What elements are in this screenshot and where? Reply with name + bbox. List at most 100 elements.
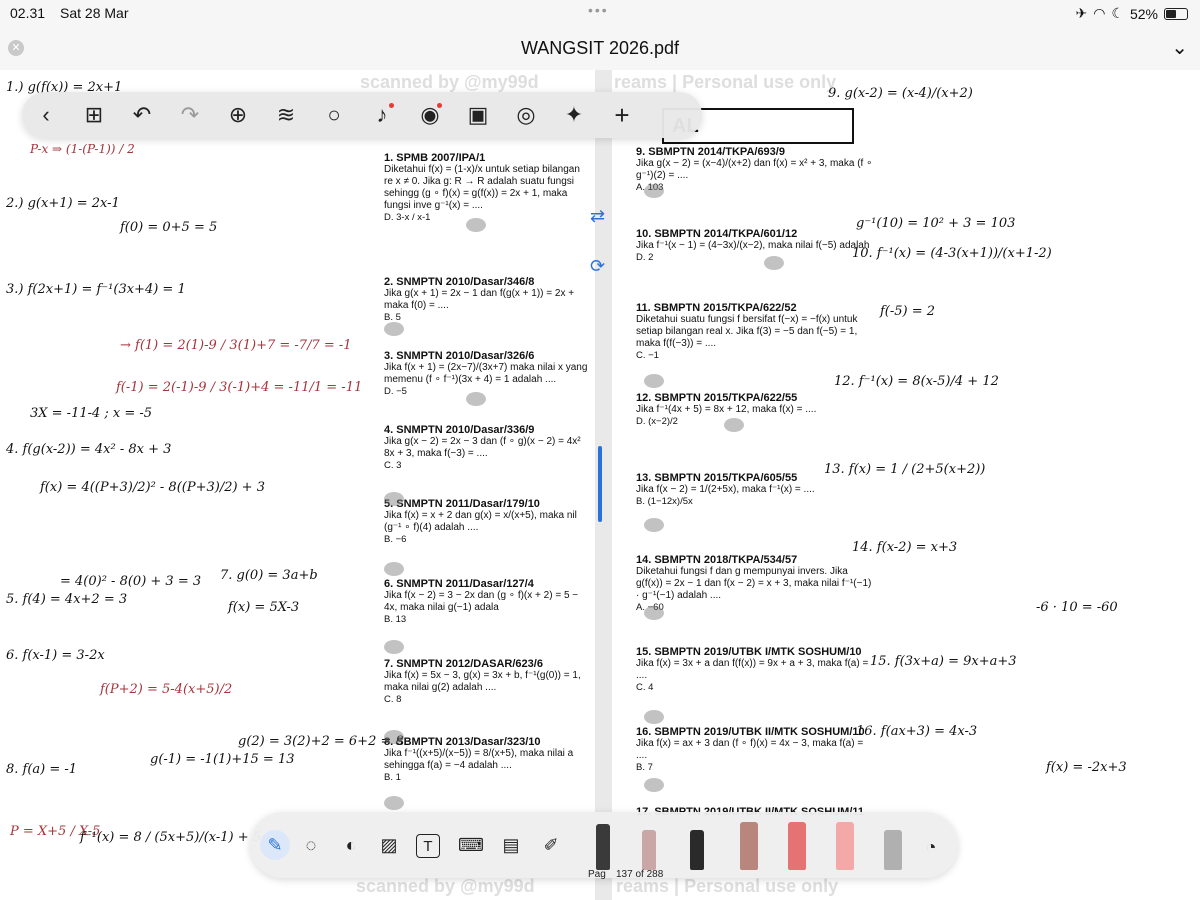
handwriting-line: 15. f(3x+a) = 9x+a+3	[870, 654, 1017, 669]
question-option[interactable]: B. (1−12x)/5x	[636, 496, 815, 508]
question-13: 13. SBMPTN 2015/TKPA/605/55 Jika f(x − 2…	[636, 472, 815, 508]
layers-icon[interactable]: ≋	[262, 95, 310, 135]
handwriting-line: 7. g(0) = 3a+b	[220, 568, 318, 583]
color-palette-icon[interactable]: ◔	[916, 832, 946, 862]
globe-icon[interactable]: ◎	[502, 95, 550, 135]
grid-icon[interactable]: ⊞	[70, 95, 118, 135]
highlighter-red-icon[interactable]	[788, 822, 806, 870]
watermark-bottom: scanned by @my99d	[356, 876, 535, 896]
question-title: 2. SNMPTN 2010/Dasar/346/8	[384, 276, 535, 288]
question-option[interactable]: B. −6	[384, 534, 590, 546]
top-toolbar: ‹ ⊞ ↶ ↷ ⊕ ≋ ○ ♪ ◉ ▣ ◎ ✦ +	[22, 92, 702, 138]
page-label: Pag	[588, 869, 606, 880]
question-text: Jika f⁻¹(4x + 5) = 8x + 12, maka f(x) = …	[636, 404, 817, 415]
handwriting-line: f(0) = 0+5 = 5	[120, 220, 218, 235]
handwriting-line: 6. f(x-1) = 3-2x	[6, 648, 105, 663]
question-option[interactable]: B. 7	[636, 762, 876, 774]
answer-mark	[384, 730, 404, 744]
scrollbar[interactable]	[598, 446, 602, 522]
question-16: 16. SBMPTN 2019/UTBK II/MTK SOSHUM/10 Ji…	[636, 726, 876, 774]
left-page[interactable]: scanned by @my99d scanned by @my99d 1.) …	[0, 70, 595, 900]
question-option[interactable]: A. −60	[636, 602, 876, 614]
recording-dot	[389, 103, 394, 108]
multitasking-dots-icon[interactable]: •••	[588, 2, 609, 18]
book-icon[interactable]: ▤	[496, 830, 526, 860]
question-option[interactable]: B. 1	[384, 772, 590, 784]
ballpoint-pen-icon[interactable]	[690, 830, 704, 870]
question-title: 12. SBMPTN 2015/TKPA/622/55	[636, 392, 798, 404]
shapes-icon[interactable]: ◐	[336, 830, 366, 860]
question-title: 4. SNMPTN 2010/Dasar/336/9	[384, 424, 535, 436]
wifi-icon: ◠	[1093, 5, 1106, 21]
handwriting-line: 4. f(g(x-2)) = 4x² - 8x + 3	[6, 442, 172, 457]
question-text: Diketahui fungsi f dan g mempunyai inver…	[636, 566, 872, 601]
undo-icon[interactable]: ↶	[118, 95, 166, 135]
media-icon[interactable]: ▣	[454, 95, 502, 135]
handwriting-line: f(x) = -2x+3	[1046, 760, 1127, 775]
marker-pink-icon[interactable]	[836, 822, 854, 870]
question-option[interactable]: C. 4	[636, 682, 876, 694]
add-page-icon[interactable]: ⊕	[214, 95, 262, 135]
handwriting-line: 13. f(x) = 1 / (2+5(x+2))	[824, 462, 986, 477]
question-option[interactable]: C. 8	[384, 694, 590, 706]
question-option[interactable]: B. 13	[384, 614, 590, 626]
question-option[interactable]: C. 3	[384, 460, 590, 472]
watermark-top: scanned by @my99d	[360, 72, 539, 92]
question-title: 14. SBMPTN 2018/TKPA/534/57	[636, 554, 798, 566]
question-option[interactable]: D. 3-x / x-1	[384, 212, 590, 224]
answer-mark	[644, 374, 664, 388]
pencil-icon[interactable]	[642, 830, 656, 870]
answer-mark	[644, 710, 664, 724]
right-page[interactable]: reams | Personal use only reams | Person…	[612, 70, 1200, 900]
question-option[interactable]: B. 5	[384, 312, 590, 324]
highlighter-brown-icon[interactable]	[740, 822, 758, 870]
pencil-gray-icon[interactable]	[884, 830, 902, 870]
pen-icon[interactable]: ✎	[260, 830, 290, 860]
question-8: 8. SBMPTN 2013/Dasar/323/10 Jika f⁻¹((x+…	[384, 736, 590, 784]
lasso-icon[interactable]: ◌	[296, 830, 326, 860]
question-title: 7. SNMPTN 2012/DASAR/623/6	[384, 658, 543, 670]
question-text: Jika g(x − 2) = (x−4)/(x+2) dan f(x) = x…	[636, 158, 873, 181]
question-option[interactable]: D. 2	[636, 252, 869, 264]
redo-icon[interactable]: ↷	[166, 95, 214, 135]
question-option[interactable]: C. −1	[636, 350, 876, 362]
question-1: 1. SPMB 2007/IPA/1 Diketahui f(x) = (1-x…	[384, 152, 590, 224]
ai-assistant-icon[interactable]: ✦	[550, 95, 598, 135]
swap-pages-icon[interactable]: ⇄	[590, 206, 605, 227]
plus-icon[interactable]: +	[598, 95, 646, 135]
back-icon[interactable]: ‹	[22, 95, 70, 135]
question-title: 6. SNMPTN 2011/Dasar/127/4	[384, 578, 534, 590]
handwriting-line: 12. f⁻¹(x) = 8(x-5)/4 + 12	[834, 374, 999, 389]
search-icon[interactable]: ○	[310, 95, 358, 135]
question-title: 16. SBMPTN 2019/UTBK II/MTK SOSHUM/10	[636, 726, 865, 738]
recording-dot	[437, 103, 442, 108]
question-text: Jika f(x) = x + 2 dan g(x) = x/(x+5), ma…	[384, 510, 577, 533]
question-option[interactable]: D. −5	[384, 386, 590, 398]
question-title: 3. SNMPTN 2010/Dasar/326/6	[384, 350, 535, 362]
handwriting-line: 9. g(x-2) = (x-4)/(x+2)	[828, 86, 973, 101]
handwriting-red-note: P-x ⇒ (1-(P-1)) / 2	[30, 142, 135, 156]
watermark-top-right: reams | Personal use only	[614, 72, 837, 92]
keyboard-icon[interactable]: ⌨	[456, 830, 486, 860]
microphone-icon[interactable]: ♪	[358, 95, 406, 135]
fountain-pen-icon[interactable]	[596, 824, 610, 870]
handwriting-line: f(x) = 5X-3	[228, 600, 300, 615]
handwriting-red-note: f(P+2) = 5-4(x+5)/2	[100, 682, 233, 697]
question-text: Jika f(x) = ax + 3 dan (f ∘ f)(x) = 4x −…	[636, 738, 864, 761]
handwriting-line: f(x) = 4((P+3)/2)² - 8((P+3)/2) + 3	[40, 480, 265, 495]
handwriting-line: 5. f(4) = 4x+2 = 3	[6, 592, 128, 607]
question-title: 13. SBMPTN 2015/TKPA/605/55	[636, 472, 798, 484]
handwriting-line: 14. f(x-2) = x+3	[852, 540, 958, 555]
answer-mark	[724, 418, 744, 432]
question-option[interactable]: A. 103	[636, 182, 876, 194]
sync-icon[interactable]: ⟳	[590, 256, 605, 277]
text-icon[interactable]: T	[416, 834, 440, 858]
handwriting-line: = 4(0)² - 8(0) + 3 = 3	[60, 574, 202, 589]
status-time: 02.31	[10, 5, 46, 21]
handwriting-red-note: → f(1) = 2(1)-9 / 3(1)+7 = -7/7 = -1	[120, 338, 352, 353]
image-icon[interactable]: ▨	[374, 830, 404, 860]
audio-record-icon[interactable]: ◉	[406, 95, 454, 135]
magic-pen-icon[interactable]: ✐	[536, 830, 566, 860]
chevron-down-icon[interactable]: ⌄	[1171, 35, 1188, 60]
status-date: Sat 28 Mar	[60, 5, 129, 21]
